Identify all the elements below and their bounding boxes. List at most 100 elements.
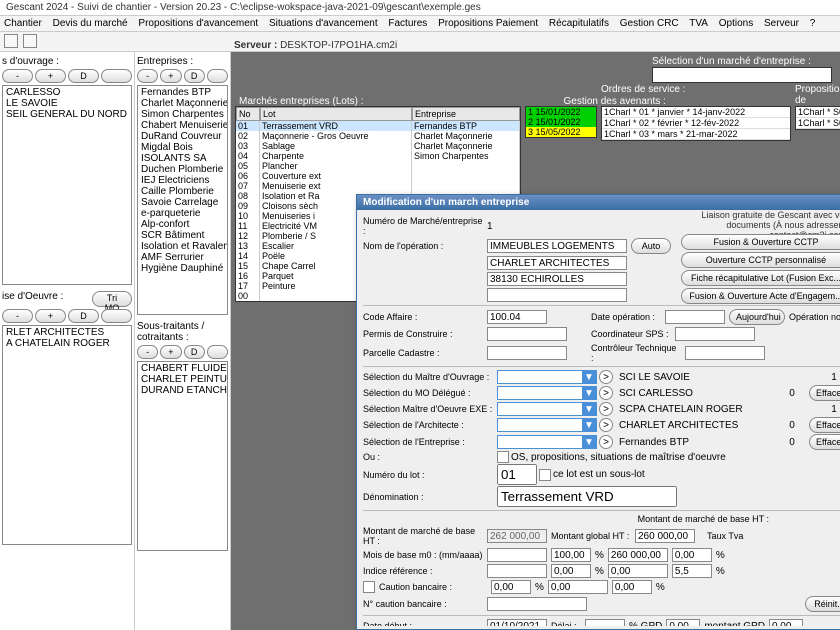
- menu-serveur[interactable]: Serveur: [764, 18, 799, 29]
- num-lot-input[interactable]: [497, 464, 537, 485]
- fusion-acte-button[interactable]: Fusion & Ouverture Acte d'Engagem...: [681, 288, 840, 304]
- sous-lot-checkbox[interactable]: [539, 469, 551, 481]
- ent-plus[interactable]: +: [160, 69, 181, 83]
- owner-minus[interactable]: -: [2, 69, 33, 83]
- sous-plus[interactable]: +: [160, 345, 181, 359]
- sous-minus[interactable]: -: [137, 345, 158, 359]
- aujourdhui-button[interactable]: Aujourd'hui: [729, 309, 785, 325]
- menu-prop-av[interactable]: Propositions d'avancement: [138, 18, 258, 29]
- addr2-input[interactable]: [487, 272, 627, 286]
- ent-effacer[interactable]: Effacer: [809, 434, 840, 450]
- ent-minus[interactable]: -: [137, 69, 158, 83]
- list-item[interactable]: Hygiène Dauphiné: [139, 263, 226, 274]
- nom-op-input[interactable]: [487, 239, 627, 253]
- owners-list[interactable]: CARLESSOLE SAVOIESEIL GENERAL DU NORD: [2, 85, 132, 285]
- denom-input[interactable]: [497, 486, 677, 507]
- menu-options[interactable]: Options: [719, 18, 753, 29]
- m1-input[interactable]: [551, 548, 591, 562]
- table-row[interactable]: 05Plancher: [236, 161, 520, 171]
- sous-traitants-list[interactable]: CHABERT FLUIDESCHARLET PEINTURESDURAND E…: [137, 361, 228, 551]
- table-row[interactable]: 06Couverture ext: [236, 171, 520, 181]
- owner-plus[interactable]: +: [35, 69, 66, 83]
- table-row[interactable]: 02Maçonnerie - Gros OeuvreCharlet Maçonn…: [236, 131, 520, 141]
- list-item[interactable]: SEIL GENERAL DU NORD: [4, 109, 130, 120]
- sous-d[interactable]: D: [184, 345, 205, 359]
- list-item[interactable]: Fernandes BTP: [139, 87, 226, 98]
- toolbar-icon-2[interactable]: [23, 34, 37, 48]
- tri-mo-button[interactable]: Tri MO: [92, 291, 132, 307]
- sel-exe-go[interactable]: >: [599, 402, 613, 416]
- sel-ent-combo[interactable]: ▼: [497, 435, 597, 449]
- arch-d[interactable]: D: [68, 309, 99, 323]
- i3-input[interactable]: [672, 564, 712, 578]
- arch-plus[interactable]: +: [35, 309, 66, 323]
- ent-d[interactable]: D: [184, 69, 205, 83]
- list-item[interactable]: CARLESSO: [4, 87, 130, 98]
- arch-blank[interactable]: [101, 309, 132, 323]
- table-row[interactable]: 03SablageCharlet Maçonnerie: [236, 141, 520, 151]
- arch-effacer[interactable]: Effacer: [809, 417, 840, 433]
- sous-blank[interactable]: [207, 345, 228, 359]
- montant-gpd-input[interactable]: [769, 619, 803, 626]
- list-item[interactable]: IEJ Electriciens: [139, 175, 226, 186]
- fiche-recap-button[interactable]: Fiche récapitulative Lot (Fusion Exc...: [681, 270, 840, 286]
- sel-arch-go[interactable]: >: [599, 418, 613, 432]
- list-item[interactable]: Caille Plomberie: [139, 186, 226, 197]
- c2-input[interactable]: [548, 580, 608, 594]
- sel-mod-combo[interactable]: ▼: [497, 386, 597, 400]
- entreprises-list[interactable]: Fernandes BTPCharlet MaçonnerieSimon Cha…: [137, 85, 228, 315]
- menu-tva[interactable]: TVA: [689, 18, 708, 29]
- list-item[interactable]: Isolation et Ravalement: [139, 241, 226, 252]
- table-row[interactable]: 07Menuiserie ext: [236, 181, 520, 191]
- m3-input[interactable]: [672, 548, 712, 562]
- mod-effacer[interactable]: Effacer: [809, 385, 840, 401]
- menu-prop-paiement[interactable]: Propositions Paiement: [438, 18, 538, 29]
- controleur-input[interactable]: [685, 346, 765, 360]
- list-item[interactable]: A CHATELAIN ROGER: [4, 338, 130, 349]
- menu-devis[interactable]: Devis du marché: [53, 18, 128, 29]
- propositions-list[interactable]: 1Charl * S01 * L01 * mai *1Charl * S02 *…: [795, 106, 840, 130]
- list-item[interactable]: CHARLET PEINTURES: [139, 374, 226, 385]
- os-item[interactable]: 1Charl * 02 * février * 12-fév-2022: [602, 118, 790, 129]
- ncaution-input[interactable]: [487, 597, 587, 611]
- table-row[interactable]: 01Terrassement VRDFernandes BTP: [236, 121, 520, 131]
- toolbar-icon-1[interactable]: [4, 34, 18, 48]
- permis-input[interactable]: [487, 327, 567, 341]
- os-list[interactable]: 1Charl * 01 * janvier * 14-janv-20221Cha…: [601, 106, 791, 141]
- os-item[interactable]: 1Charl * 03 * mars * 21-mar-2022: [602, 129, 790, 140]
- reinit-button[interactable]: Réinit.: [805, 596, 840, 612]
- avenant-item[interactable]: 3 15/05/2022: [526, 127, 596, 137]
- c1-input[interactable]: [491, 580, 531, 594]
- coord-input[interactable]: [675, 327, 755, 341]
- menu-help[interactable]: ?: [810, 18, 816, 29]
- list-item[interactable]: Simon Charpentes: [139, 109, 226, 120]
- date-op-input[interactable]: [665, 310, 725, 324]
- delai-input[interactable]: [585, 619, 625, 626]
- menu-recap[interactable]: Récapitulatifs: [549, 18, 609, 29]
- owner-d[interactable]: D: [68, 69, 99, 83]
- c3-input[interactable]: [612, 580, 652, 594]
- ouverture-cctp-button[interactable]: Ouverture CCTP personnalisé: [681, 252, 840, 268]
- list-item[interactable]: Duchen Plomberie: [139, 164, 226, 175]
- list-item[interactable]: e-parqueterie: [139, 208, 226, 219]
- fusion-cctp-button[interactable]: Fusion & Ouverture CCTP: [681, 234, 840, 250]
- sel-arch-combo[interactable]: ▼: [497, 418, 597, 432]
- os-item[interactable]: 1Charl * 01 * janvier * 14-janv-2022: [602, 107, 790, 118]
- table-row[interactable]: 04CharpenteSimon Charpentes: [236, 151, 520, 161]
- list-item[interactable]: RLET ARCHITECTES: [4, 327, 130, 338]
- auto-button[interactable]: Auto: [631, 238, 671, 254]
- architects-list[interactable]: RLET ARCHITECTESA CHATELAIN ROGER: [2, 325, 132, 545]
- list-item[interactable]: DuRand Couvreur: [139, 131, 226, 142]
- sel-mod-go[interactable]: >: [599, 386, 613, 400]
- addr3-input[interactable]: [487, 288, 627, 302]
- parcelle-input[interactable]: [487, 346, 567, 360]
- list-item[interactable]: LE SAVOIE: [4, 98, 130, 109]
- caution-checkbox[interactable]: [363, 581, 375, 593]
- i2-input[interactable]: [608, 564, 668, 578]
- marche-select[interactable]: ▼: [652, 67, 832, 83]
- arch-minus[interactable]: -: [2, 309, 33, 323]
- indice-input[interactable]: [487, 564, 547, 578]
- sel-mo-go[interactable]: >: [599, 370, 613, 384]
- mois-input[interactable]: [487, 548, 547, 562]
- code-affaire-input[interactable]: [487, 310, 547, 324]
